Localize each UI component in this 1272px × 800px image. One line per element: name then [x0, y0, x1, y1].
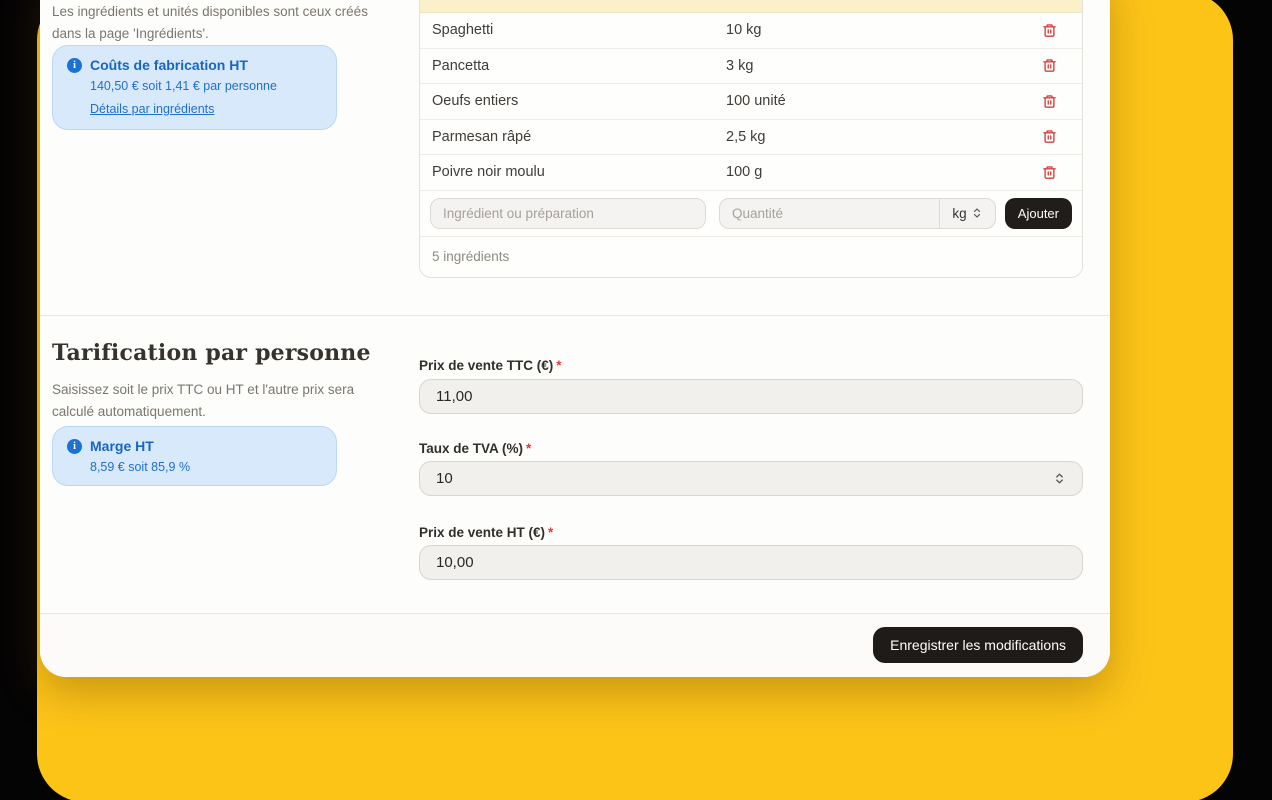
section-divider: [40, 315, 1110, 316]
chevron-up-down-icon: [971, 207, 983, 219]
save-button[interactable]: Enregistrer les modifications: [873, 627, 1083, 663]
unit-select[interactable]: kg: [939, 199, 995, 228]
trash-icon: [1042, 94, 1057, 109]
margin-box: i Marge HT 8,59 € soit 85,9 %: [52, 426, 337, 486]
vat-rate-label: Taux de TVA (%)*: [419, 441, 531, 456]
ingredient-quantity: 3 kg: [726, 58, 753, 74]
ingredients-help-text: Les ingrédients et unités disponibles so…: [52, 1, 374, 44]
ingredient-quantity: 2,5 kg: [726, 129, 766, 145]
required-mark: *: [526, 441, 531, 456]
recipe-form-card: Les ingrédients et unités disponibles so…: [40, 0, 1110, 677]
price-ttc-label: Prix de vente TTC (€)*: [419, 358, 562, 373]
page: Les ingrédients et unités disponibles so…: [0, 0, 1272, 800]
price-ttc-input[interactable]: [419, 379, 1083, 414]
delete-ingredient-button[interactable]: [1040, 163, 1058, 181]
delete-ingredient-button[interactable]: [1040, 21, 1058, 39]
ingredient-name: Oeufs entiers: [432, 93, 518, 109]
ingredient-quantity: 100 unité: [726, 93, 786, 109]
costs-box-detail: 140,50 € soit 1,41 € par personne: [90, 79, 322, 93]
ingredient-search-input[interactable]: [430, 198, 706, 229]
margin-box-title: Marge HT: [90, 438, 154, 454]
required-mark: *: [556, 358, 561, 373]
trash-icon: [1042, 165, 1057, 180]
info-icon: i: [67, 439, 82, 454]
ingredient-name: Parmesan râpé: [432, 129, 531, 145]
ingredients-table: Spaghetti 10 kg Pancetta 3 kg Oeufs enti…: [419, 0, 1083, 278]
price-ht-label: Prix de vente HT (€)*: [419, 525, 553, 540]
highlighted-row-partial: [420, 0, 1082, 13]
label-text: Taux de TVA (%): [419, 441, 523, 456]
fabrication-costs-box: i Coûts de fabrication HT 140,50 € soit …: [52, 45, 337, 130]
add-ingredient-button[interactable]: Ajouter: [1005, 198, 1072, 229]
delete-ingredient-button[interactable]: [1040, 128, 1058, 146]
label-text: Prix de vente HT (€): [419, 525, 545, 540]
table-row: Pancetta 3 kg: [420, 49, 1082, 85]
trash-icon: [1042, 129, 1057, 144]
table-row: Parmesan râpé 2,5 kg: [420, 120, 1082, 156]
trash-icon: [1042, 58, 1057, 73]
info-icon: i: [67, 58, 82, 73]
vat-rate-select[interactable]: 10: [419, 461, 1083, 496]
form-footer: Enregistrer les modifications: [40, 613, 1110, 677]
vat-rate-value: 10: [436, 470, 453, 487]
table-row: Oeufs entiers 100 unité: [420, 84, 1082, 120]
ingredient-name: Spaghetti: [432, 22, 493, 38]
label-text: Prix de vente TTC (€): [419, 358, 553, 373]
delete-ingredient-button[interactable]: [1040, 92, 1058, 110]
ingredient-quantity: 10 kg: [726, 22, 761, 38]
unit-select-value: kg: [952, 206, 966, 221]
ingredient-name: Pancetta: [432, 58, 489, 74]
costs-box-title: Coûts de fabrication HT: [90, 57, 248, 73]
required-mark: *: [548, 525, 553, 540]
table-row: Poivre noir moulu 100 g: [420, 155, 1082, 191]
ingredients-count: 5 ingrédients: [420, 237, 1082, 278]
costs-details-link[interactable]: Détails par ingrédients: [90, 102, 214, 116]
ingredient-name: Poivre noir moulu: [432, 164, 545, 180]
price-ht-input[interactable]: [419, 545, 1083, 580]
ingredient-quantity: 100 g: [726, 164, 762, 180]
quantity-input[interactable]: [720, 199, 939, 228]
table-row: Spaghetti 10 kg: [420, 13, 1082, 49]
quantity-group: kg: [719, 198, 996, 229]
trash-icon: [1042, 23, 1057, 38]
chevron-up-down-icon: [1053, 472, 1066, 485]
margin-box-detail: 8,59 € soit 85,9 %: [90, 460, 322, 474]
pricing-help-text: Saisissez soit le prix TTC ou HT et l'au…: [52, 379, 357, 422]
pricing-section-title: Tarification par personne: [52, 340, 371, 366]
add-ingredient-row: kg Ajouter: [420, 191, 1082, 237]
delete-ingredient-button[interactable]: [1040, 57, 1058, 75]
